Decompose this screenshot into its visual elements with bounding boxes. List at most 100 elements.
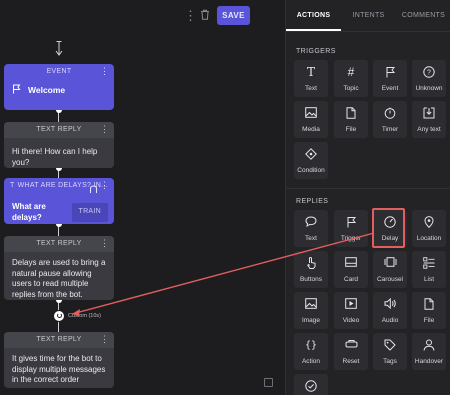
flow-canvas[interactable]: ⋮ SAVE EVENT ⋮ Welcome TEXT REPLY ⋮ Hi t… — [0, 0, 285, 395]
more-vertical-icon[interactable]: ⋮ — [100, 66, 109, 77]
tile-audio[interactable]: Audio — [373, 292, 407, 329]
text-reply-header: TEXT REPLY — [4, 236, 114, 252]
image-icon — [294, 107, 328, 120]
image-icon — [294, 298, 328, 311]
tile-buttons[interactable]: Buttons — [294, 251, 328, 288]
tile-label: Audio — [381, 317, 399, 324]
tile-label: Any text — [417, 126, 441, 133]
flow-start-arrow-icon — [55, 40, 63, 63]
tile-label: Reset — [342, 358, 360, 365]
card-icon — [334, 257, 368, 270]
delay-label: Custom (10s) — [68, 313, 102, 319]
list-icon — [412, 257, 446, 270]
tile-image[interactable]: Image — [294, 292, 328, 329]
tile-label: Carousel — [376, 276, 403, 283]
tile-event[interactable]: Event — [373, 60, 407, 97]
diamond-icon — [294, 148, 328, 161]
tile-label: File — [423, 317, 435, 324]
clock-icon — [57, 313, 62, 318]
tile-label: Text — [305, 235, 317, 242]
flag-icon — [373, 66, 407, 79]
text-reply-card[interactable]: TEXT REPLY ⋮ It gives time for the bot t… — [4, 332, 114, 388]
panel-tabs: ACTIONS INTENTS COMMENTS — [286, 0, 450, 32]
canvas-toolbar: ⋮ SAVE — [0, 0, 285, 32]
tile-file[interactable]: File — [334, 101, 368, 138]
event-card-header: EVENT — [46, 68, 72, 75]
more-vertical-icon[interactable]: ⋮ — [100, 238, 109, 249]
tile-text[interactable]: Text — [294, 210, 328, 247]
tile-label: Location — [416, 235, 442, 242]
tile-unknown[interactable]: ? Unknown — [412, 60, 446, 97]
delay-node[interactable] — [53, 310, 65, 322]
trash-icon[interactable] — [200, 8, 210, 24]
tag-icon — [373, 339, 407, 352]
braces-icon: {} — [304, 340, 318, 351]
download-icon — [412, 107, 446, 120]
tile-label: Tags — [383, 358, 397, 365]
speech-bubble-icon — [294, 216, 328, 229]
more-vertical-icon[interactable]: ⋮ — [100, 124, 109, 135]
text-reply-body: It gives time for the bot to display mul… — [12, 354, 106, 384]
tab-actions[interactable]: ACTIONS — [286, 0, 341, 31]
svg-text:?: ? — [427, 70, 431, 77]
tile-label: File — [345, 126, 357, 133]
delay-tile-highlight — [372, 208, 405, 248]
tile-video[interactable]: Video — [334, 292, 368, 329]
intent-card-title: What are delays? — [12, 202, 46, 222]
tile-label: Text — [305, 85, 317, 92]
expand-icon[interactable] — [264, 378, 273, 387]
connector — [58, 322, 59, 332]
tile-carousel[interactable]: Carousel — [373, 251, 407, 288]
tile-file[interactable]: File — [412, 292, 446, 329]
tile-label: Event — [381, 85, 399, 92]
divider — [286, 188, 450, 189]
tile-label: Unknown — [415, 85, 443, 92]
tile-label: Buttons — [299, 276, 323, 283]
tile-tags[interactable]: Tags — [373, 333, 407, 370]
tile-timer[interactable]: Timer — [373, 101, 407, 138]
tab-comments[interactable]: COMMENTS — [396, 0, 450, 31]
tile-reset[interactable]: Reset — [334, 333, 368, 370]
tile-any-text[interactable]: Any text — [412, 101, 446, 138]
event-card[interactable]: EVENT ⋮ Welcome — [4, 64, 114, 110]
handover-icon — [412, 339, 446, 352]
check-circle-icon — [294, 380, 328, 393]
branch-icon[interactable] — [89, 181, 98, 199]
timer-icon — [373, 107, 407, 120]
save-button[interactable]: SAVE — [217, 6, 250, 25]
flag-icon — [12, 84, 21, 97]
replies-section-label: REPLIES — [296, 198, 329, 205]
tile-location[interactable]: Location — [412, 210, 446, 247]
text-reply-header: TEXT REPLY — [4, 332, 114, 348]
tile-list[interactable]: List — [412, 251, 446, 288]
text-reply-card[interactable]: TEXT REPLY ⋮ Delays are used to bring a … — [4, 236, 114, 300]
tile-blank[interactable] — [294, 374, 328, 395]
tile-handover[interactable]: Handover — [412, 333, 446, 370]
tile-card[interactable]: Card — [334, 251, 368, 288]
more-vertical-icon[interactable]: ⋮ — [100, 334, 109, 345]
speaker-icon — [373, 297, 407, 311]
train-button[interactable]: TRAIN — [71, 203, 108, 222]
tile-label: List — [423, 276, 435, 283]
more-vertical-icon[interactable]: ⋮ — [100, 180, 109, 191]
tile-trigger[interactable]: Trigger — [334, 210, 368, 247]
tab-intents[interactable]: INTENTS — [341, 0, 396, 31]
intent-card[interactable]: T WHAT ARE DELAYS? IN... ⋮ What are delay… — [4, 178, 114, 224]
text-icon: T — [10, 182, 15, 189]
tile-action[interactable]: {} Action — [294, 333, 328, 370]
tile-label: Media — [302, 126, 320, 133]
carousel-icon — [373, 257, 407, 270]
tile-topic[interactable]: # Topic — [334, 60, 368, 97]
tile-text[interactable]: T Text — [294, 60, 328, 97]
tile-condition[interactable]: Condition — [294, 142, 328, 179]
tile-media[interactable]: Media — [294, 101, 328, 138]
tile-label: Image — [301, 317, 321, 324]
tile-label: Video — [342, 317, 360, 324]
pointer-icon — [294, 257, 328, 270]
tile-label: Condition — [297, 167, 325, 174]
reset-icon — [334, 339, 368, 352]
file-icon — [334, 107, 368, 120]
more-vertical-icon[interactable]: ⋮ — [184, 8, 197, 24]
text-reply-card[interactable]: TEXT REPLY ⋮ Hi there! How can I help yo… — [4, 122, 114, 168]
tile-label: Topic — [343, 85, 359, 92]
